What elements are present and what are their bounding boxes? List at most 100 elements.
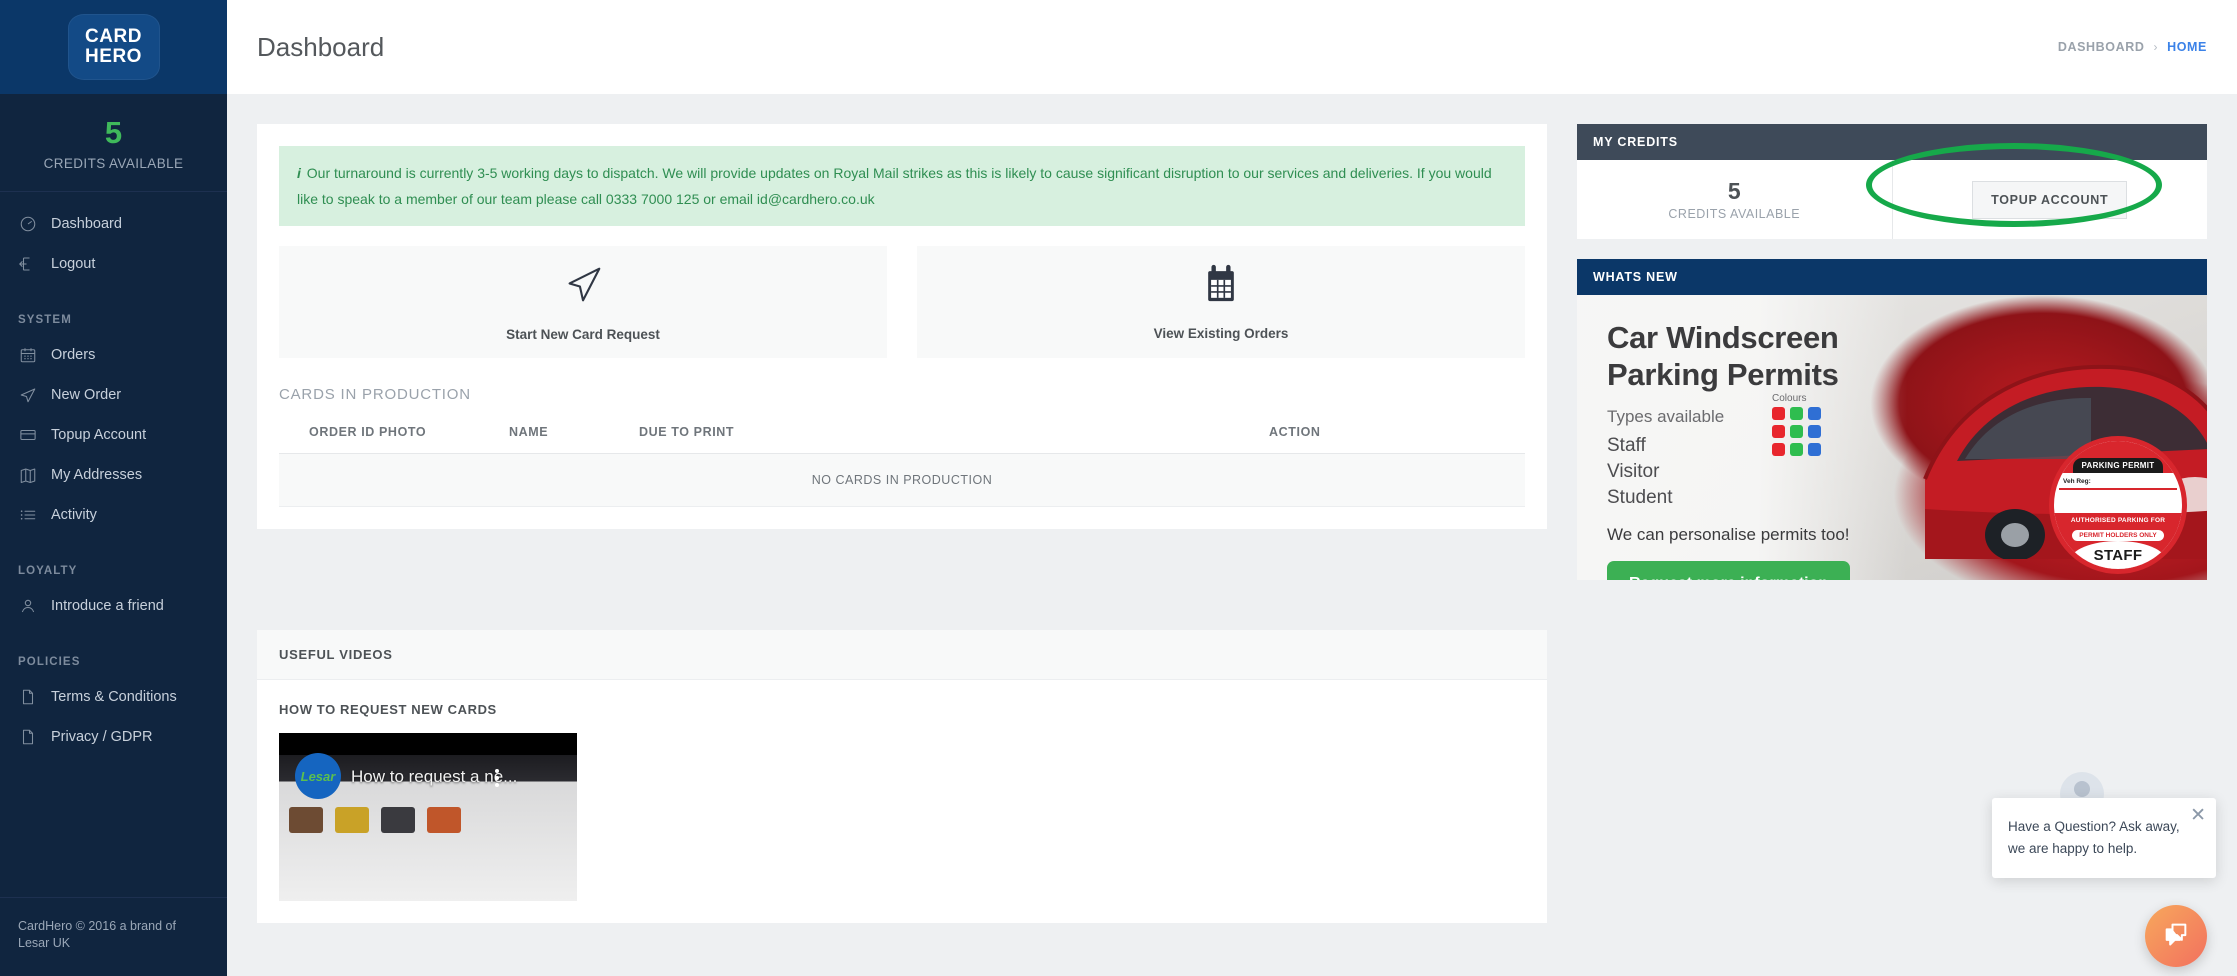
swatch-row [1772, 407, 1821, 420]
sidebar-item-logout[interactable]: Logout [0, 244, 227, 284]
paper-plane-icon [560, 262, 606, 313]
sidebar-primary-nav: Dashboard Logout [0, 192, 227, 284]
permit-reg-label: Veh Reg: [2063, 478, 2091, 485]
lesar-logo-icon: Lesar [295, 753, 341, 799]
sidebar: CARD HERO 5 CREDITS AVAILABLE Dashboard [0, 0, 227, 976]
useful-videos-body: HOW TO REQUEST NEW CARDS Lesar How to re… [257, 680, 1547, 923]
swatch-green [1790, 443, 1803, 456]
promo-content: Car Windscreen Parking Permits Types ava… [1607, 319, 2027, 580]
start-new-card-request-tile[interactable]: Start New Card Request [279, 246, 887, 358]
avatar-head [2074, 781, 2090, 797]
colours-label: Colours [1772, 393, 1807, 404]
left-column: i Our turnaround is currently 3-5 workin… [257, 124, 1547, 529]
promo-banner[interactable]: Car Windscreen Parking Permits Types ava… [1577, 295, 2207, 580]
useful-videos-panel: USEFUL VIDEOS HOW TO REQUEST NEW CARDS L… [257, 630, 1547, 923]
column-header-name: NAME [509, 421, 639, 454]
sidebar-item-privacy-gdpr[interactable]: Privacy / GDPR [0, 717, 227, 757]
list-icon [18, 505, 38, 525]
permit-tag: PARKING PERMIT [2072, 458, 2164, 473]
sidebar-item-my-addresses[interactable]: My Addresses [0, 455, 227, 495]
thumb-swatch [289, 807, 323, 833]
page-title: Dashboard [257, 31, 385, 62]
credits-action-block: TOPUP ACCOUNT [1893, 160, 2208, 239]
cards-in-production-title: CARDS IN PRODUCTION [279, 386, 471, 403]
chat-greeting-text: Have a Question? Ask away, we are happy … [2008, 819, 2180, 856]
sidebar-item-label: New Order [51, 387, 122, 403]
view-existing-orders-tile[interactable]: View Existing Orders [917, 246, 1525, 358]
close-icon[interactable]: ✕ [2190, 806, 2206, 825]
sidebar-group-heading: POLICIES [18, 656, 81, 668]
table-empty-row: NO CARDS IN PRODUCTION [279, 453, 1525, 507]
sidebar-footer-copyright: CardHero © 2016 a brand of Lesar UK [0, 897, 227, 976]
topup-account-button[interactable]: TOPUP ACCOUNT [1972, 180, 2128, 219]
sidebar-item-dashboard[interactable]: Dashboard [0, 204, 227, 244]
cards-in-production-table: ORDER ID PHOTO NAME DUE TO PRINT ACTION … [279, 421, 1525, 507]
sidebar-item-label: Introduce a friend [51, 598, 164, 614]
breadcrumb-current[interactable]: HOME [2167, 40, 2207, 54]
sidebar-credits-summary: 5 CREDITS AVAILABLE [0, 94, 227, 192]
document-icon [18, 727, 38, 747]
sidebar-item-new-order[interactable]: New Order [0, 375, 227, 415]
sidebar-group-policies: POLICIES Terms & Conditions Privacy / GD… [0, 626, 227, 757]
sidebar-item-terms-and-conditions[interactable]: Terms & Conditions [0, 677, 227, 717]
swatch-blue [1808, 407, 1821, 420]
sidebar-item-label: Dashboard [51, 216, 122, 232]
thumb-swatch [335, 807, 369, 833]
empty-message: NO CARDS IN PRODUCTION [279, 453, 1525, 507]
swatch-green [1790, 425, 1803, 438]
video-thumbnail-title: How to request a ne... [351, 767, 518, 786]
swatch-red [1772, 407, 1785, 420]
chat-launcher-button[interactable] [2145, 905, 2207, 967]
promo-headline-line1: Car Windscreen [1607, 320, 1839, 355]
sidebar-item-label: Privacy / GDPR [51, 729, 153, 745]
whats-new-heading: WHATS NEW [1577, 259, 2207, 295]
tile-label: View Existing Orders [1153, 326, 1289, 341]
tile-label: Start New Card Request [506, 327, 660, 342]
sidebar-item-label: My Addresses [51, 467, 143, 483]
sidebar-group-system: SYSTEM Orders New Order Topup Account My… [0, 284, 227, 535]
promo-type-visitor: Visitor [1607, 461, 1660, 482]
sidebar-item-topup-account[interactable]: Topup Account [0, 415, 227, 455]
promo-headline-line2: Parking Permits [1607, 357, 1839, 392]
turnaround-alert-text: Our turnaround is currently 3-5 working … [297, 165, 1492, 207]
column-header-photo: PHOTO [379, 421, 509, 454]
credits-value: 5 [1727, 178, 1741, 204]
video-thumbnail-shelf [289, 807, 461, 833]
permit-divider [2059, 488, 2177, 490]
sidebar-item-label: Logout [51, 256, 96, 272]
main-content: i Our turnaround is currently 3-5 workin… [227, 94, 2237, 976]
sidebar-credits-value: 5 [104, 115, 123, 150]
my-credits-body: 5 CREDITS AVAILABLE TOPUP ACCOUNT [1577, 160, 2207, 239]
swatch-red [1772, 443, 1785, 456]
permit-bottom-band: AUTHORISED PARKING FOR PERMIT HOLDERS ON… [2054, 513, 2182, 569]
sidebar-item-activity[interactable]: Activity [0, 495, 227, 535]
permit-authorised-text: AUTHORISED PARKING FOR [2070, 517, 2166, 524]
sidebar-item-label: Orders [51, 347, 96, 363]
sidebar-credits-label: CREDITS AVAILABLE [43, 156, 184, 171]
breadcrumb-parent[interactable]: DASHBOARD [2058, 40, 2145, 54]
kebab-menu-icon[interactable] [495, 769, 499, 790]
dashboard-panel: i Our turnaround is currently 3-5 workin… [257, 124, 1547, 529]
sidebar-item-introduce-a-friend[interactable]: Introduce a friend [0, 586, 227, 626]
credits-label: CREDITS AVAILABLE [1668, 207, 1801, 221]
thumb-swatch [381, 807, 415, 833]
quick-action-tiles: Start New Card Request View Existing Ord… [279, 246, 1525, 358]
sidebar-item-orders[interactable]: Orders [0, 335, 227, 375]
request-more-information-button[interactable]: Request more information [1607, 561, 1851, 580]
promo-colours: Colours [1772, 393, 1821, 461]
promo-type-student: Student [1607, 487, 1673, 508]
parking-permit-disc: PARKING PERMIT Veh Reg: AUTHORISED PARKI… [2049, 436, 2187, 574]
user-icon [18, 596, 38, 616]
whats-new-card: WHATS NEW Car Windscreen Parking Permits… [1577, 259, 2207, 580]
logout-icon [18, 254, 38, 274]
table-header-row: ORDER ID PHOTO NAME DUE TO PRINT ACTION [279, 421, 1525, 454]
brand-logo[interactable]: CARD HERO [0, 0, 227, 94]
breadcrumb: DASHBOARD › HOME [2058, 40, 2207, 54]
sidebar-item-label: Topup Account [51, 427, 147, 443]
lesar-logo-text: Lesar [300, 768, 336, 784]
info-icon: i [297, 165, 301, 181]
permit-type: STAFF [2093, 547, 2143, 564]
swatch-row [1772, 425, 1821, 438]
swatch-blue [1808, 443, 1821, 456]
video-thumbnail[interactable]: Lesar How to request a ne... [279, 733, 577, 901]
